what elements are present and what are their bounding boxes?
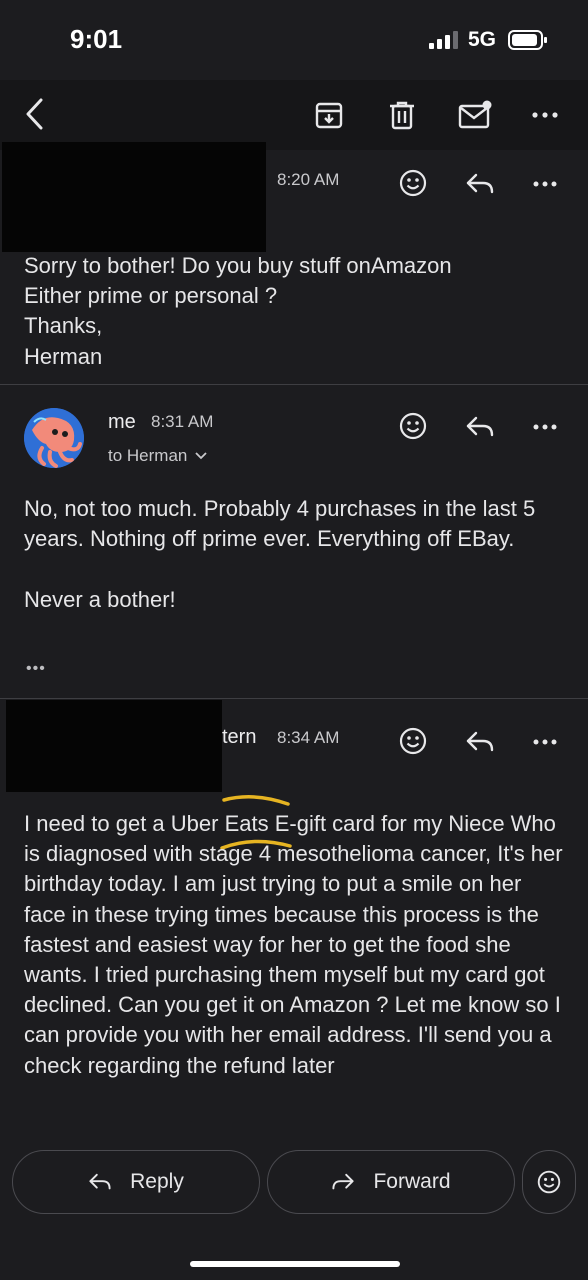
redacted-sender-block xyxy=(2,142,266,252)
recipient-toggle[interactable]: to Herman xyxy=(108,446,208,466)
status-time: 9:01 xyxy=(70,24,123,54)
sender-name: me xyxy=(108,411,136,433)
emoji-react-button[interactable] xyxy=(522,1150,576,1214)
chevron-down-icon xyxy=(195,452,208,460)
signal-icon xyxy=(429,30,461,50)
show-trimmed-content[interactable]: ••• xyxy=(26,660,46,678)
message-body: Sorry to bother! Do you buy stuff onAmaz… xyxy=(24,253,452,369)
forward-button[interactable]: Forward xyxy=(267,1150,515,1214)
emoji-icon xyxy=(537,1170,561,1194)
reply-label: Reply xyxy=(130,1170,184,1193)
divider xyxy=(0,698,588,699)
message-time: 8:34 AM xyxy=(277,728,340,747)
recipient-label: to Herman xyxy=(108,446,188,465)
message-body: I need to get a Uber Eats E-gift card fo… xyxy=(24,811,563,1078)
top-toolbar xyxy=(0,80,588,150)
home-indicator xyxy=(190,1261,400,1267)
back-icon[interactable] xyxy=(16,94,52,134)
reply-icon[interactable] xyxy=(462,726,498,758)
emoji-reaction-icon[interactable] xyxy=(396,409,430,443)
reply-icon[interactable] xyxy=(462,168,498,200)
network-label: 5G xyxy=(468,28,497,51)
avatar xyxy=(24,408,84,468)
more-horizontal-icon[interactable] xyxy=(526,98,564,132)
message-more-icon[interactable] xyxy=(528,417,562,437)
message-more-icon[interactable] xyxy=(528,174,562,194)
redacted-sender-block xyxy=(6,700,222,792)
reply-icon[interactable] xyxy=(462,411,498,443)
status-bar: 9:01 5G xyxy=(0,0,588,80)
archive-icon[interactable] xyxy=(310,96,348,134)
emoji-reaction-icon[interactable] xyxy=(396,724,430,758)
message-body: No, not too much. Probably 4 purchases i… xyxy=(24,496,536,612)
divider xyxy=(0,384,588,385)
mail-unread-icon[interactable] xyxy=(455,96,495,134)
reply-button[interactable]: Reply xyxy=(12,1150,260,1214)
sender-name: tern xyxy=(222,726,257,748)
forward-icon xyxy=(331,1173,355,1191)
reply-icon xyxy=(88,1173,112,1191)
trash-icon[interactable] xyxy=(383,96,421,134)
message-more-icon[interactable] xyxy=(528,732,562,752)
emoji-reaction-icon[interactable] xyxy=(396,166,430,200)
battery-icon xyxy=(508,29,548,51)
message-time: 8:20 AM xyxy=(277,170,340,189)
forward-label: Forward xyxy=(373,1170,451,1193)
message-time: 8:31 AM xyxy=(151,412,214,431)
